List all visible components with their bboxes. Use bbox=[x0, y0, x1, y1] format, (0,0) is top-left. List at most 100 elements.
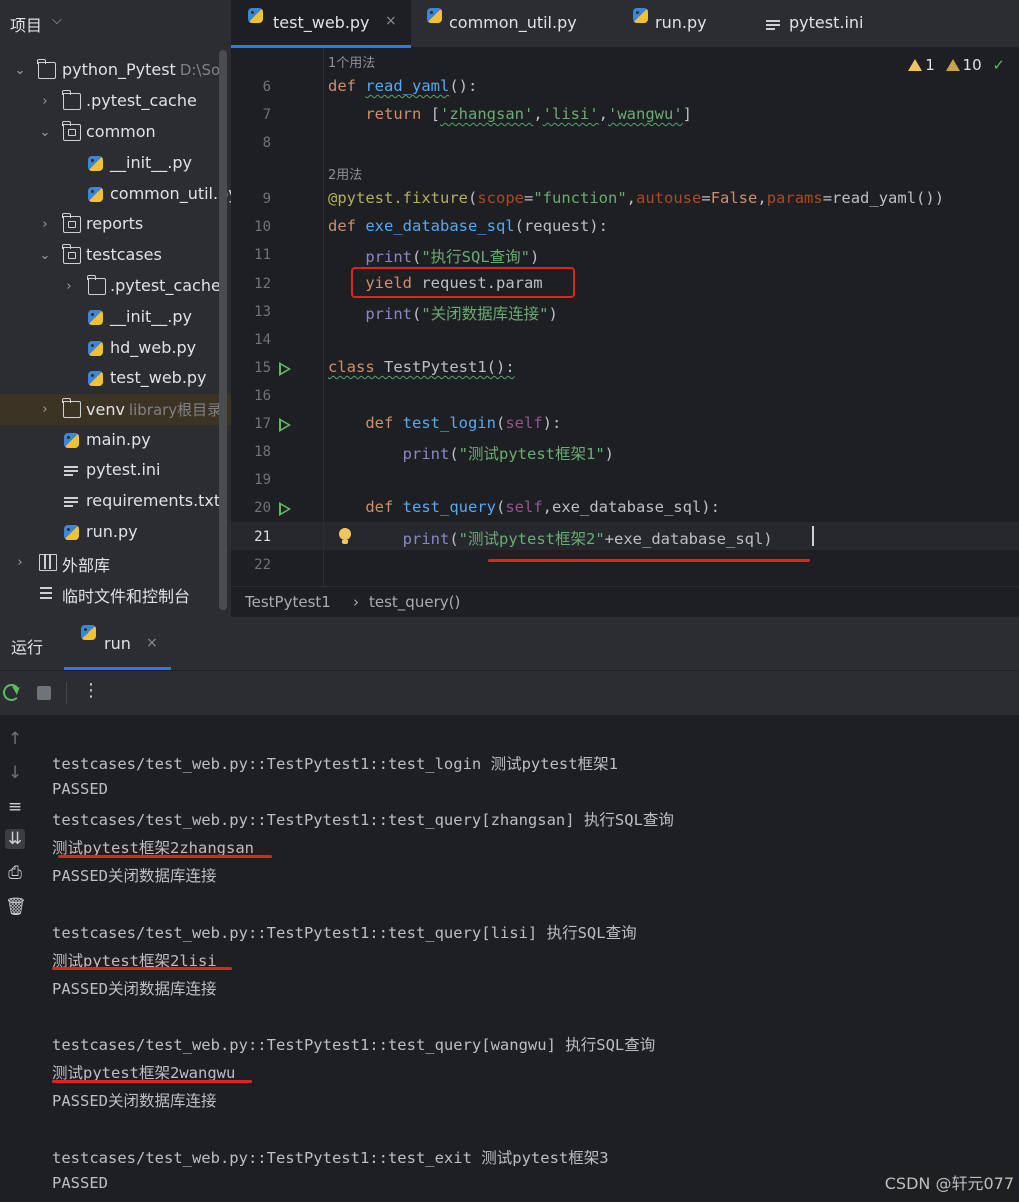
trash-icon[interactable]: 🗑 bbox=[5, 897, 27, 917]
tree-item-root[interactable]: ⌄ python_Pytest D:\So bbox=[0, 55, 231, 86]
library-icon bbox=[39, 554, 57, 571]
tree-item-requirements[interactable]: requirements.txt bbox=[0, 486, 231, 517]
tree-item-label: __init__.py bbox=[110, 307, 193, 326]
python-file-icon bbox=[248, 8, 263, 23]
code-token: test_query bbox=[402, 498, 496, 516]
code-token: "执行SQL查询" bbox=[421, 248, 531, 266]
line-number: 7 bbox=[262, 107, 271, 123]
annotation-underline bbox=[58, 855, 272, 858]
run-test-icon[interactable] bbox=[279, 502, 291, 516]
chevron-down-icon[interactable]: ⌄ bbox=[13, 55, 27, 86]
usage-hint[interactable]: 2用法 bbox=[328, 164, 362, 183]
project-scrollbar[interactable] bbox=[219, 50, 227, 610]
soft-wrap-icon[interactable]: ≡ bbox=[5, 797, 25, 817]
chevron-right-icon[interactable]: › bbox=[13, 547, 27, 578]
usage-hint[interactable]: 1个用法 bbox=[328, 52, 375, 71]
code-token: = bbox=[524, 189, 534, 207]
tree-item-testcases-init[interactable]: __init__.py bbox=[0, 302, 231, 333]
tree-item-hd-web[interactable]: hd_web.py bbox=[0, 333, 231, 364]
tree-item-common[interactable]: ⌄ common bbox=[0, 117, 231, 148]
tab-run[interactable]: run.py bbox=[633, 0, 733, 48]
code-token: +exe_database_sql) bbox=[604, 530, 773, 548]
close-icon[interactable]: × bbox=[146, 635, 158, 651]
tree-item-main[interactable]: main.py bbox=[0, 425, 231, 456]
stop-icon[interactable] bbox=[37, 686, 51, 700]
code-token: ( bbox=[495, 414, 506, 432]
run-test-icon[interactable] bbox=[279, 418, 291, 432]
code-token: ) bbox=[604, 445, 615, 463]
console-line: testcases/test_web.py::TestPytest1::test… bbox=[52, 1149, 609, 1167]
arrow-down-icon[interactable]: ↓ bbox=[5, 763, 25, 783]
tree-item-common-init[interactable]: __init__.py bbox=[0, 148, 231, 179]
line-number: 22 bbox=[254, 557, 271, 573]
folder-icon bbox=[87, 275, 106, 295]
python-file-icon bbox=[427, 8, 442, 23]
project-panel-title: 项目 bbox=[10, 16, 43, 35]
code-token: "测试pytest框架1" bbox=[458, 445, 605, 463]
package-icon bbox=[62, 244, 81, 264]
chevron-right-icon[interactable]: › bbox=[62, 271, 76, 302]
breadcrumb-method[interactable]: test_query() bbox=[369, 593, 460, 611]
tree-item-venv[interactable]: › venv library根目录 bbox=[0, 394, 231, 425]
gutter-separator bbox=[323, 48, 324, 586]
code-token: , bbox=[533, 105, 543, 123]
tree-item-external-libraries[interactable]: › 外部库 bbox=[0, 547, 231, 578]
python-file-icon bbox=[633, 8, 648, 23]
code-token: ): bbox=[542, 414, 562, 432]
scroll-to-end-icon[interactable]: ⇊ bbox=[5, 829, 25, 849]
close-icon[interactable]: × bbox=[385, 13, 397, 29]
tree-item-label: .pytest_cache bbox=[110, 276, 221, 295]
breadcrumb-class[interactable]: TestPytest1 bbox=[245, 593, 331, 611]
run-tab-label[interactable]: run bbox=[104, 634, 131, 653]
line-number: 18 bbox=[254, 444, 271, 460]
run-test-icon[interactable] bbox=[279, 362, 291, 376]
code-token: (): bbox=[449, 77, 478, 95]
tree-item-scratches[interactable]: 临时文件和控制台 bbox=[0, 578, 231, 609]
code-token: "function" bbox=[533, 189, 627, 207]
code-editor[interactable]: 1 10 ✓ 6 7 8 9 10 11 12 13 14 15 16 17 1… bbox=[231, 48, 1019, 586]
code-line-6: def read_yaml(): bbox=[328, 77, 477, 95]
tab-test-web[interactable]: test_web.py × bbox=[231, 0, 411, 48]
rerun-icon[interactable] bbox=[3, 684, 20, 701]
more-icon[interactable]: ⋮ bbox=[82, 680, 100, 701]
code-token: print bbox=[365, 248, 412, 266]
tree-item-label: common bbox=[86, 122, 156, 141]
tree-item-testcases[interactable]: ⌄ testcases bbox=[0, 240, 231, 271]
console-line: testcases/test_web.py::TestPytest1::test… bbox=[52, 755, 618, 773]
tree-item-run[interactable]: run.py bbox=[0, 517, 231, 548]
line-number: 12 bbox=[254, 276, 271, 292]
chevron-right-icon[interactable]: › bbox=[38, 394, 52, 425]
weak-warning-count: 10 bbox=[962, 56, 982, 74]
tree-item-pytest-cache[interactable]: › .pytest_cache bbox=[0, 86, 231, 117]
tree-item-test-web[interactable]: test_web.py bbox=[0, 363, 231, 394]
tree-item-label: test_web.py bbox=[110, 368, 207, 387]
line-number: 9 bbox=[262, 191, 271, 207]
tab-pytest-ini[interactable]: pytest.ini bbox=[765, 0, 885, 48]
code-token: 'wangwu' bbox=[608, 105, 683, 123]
code-token: def bbox=[328, 217, 366, 235]
console-line: PASSED bbox=[52, 780, 108, 798]
chevron-down-icon[interactable]: ⌄ bbox=[38, 117, 52, 148]
chevron-right-icon[interactable]: › bbox=[38, 209, 52, 240]
tree-item-common-util[interactable]: common_util.py bbox=[0, 179, 231, 210]
chevron-down-icon[interactable]: ⌄ bbox=[38, 240, 52, 271]
tree-item-pytest-ini[interactable]: pytest.ini bbox=[0, 455, 231, 486]
code-token: ( bbox=[495, 498, 506, 516]
code-token: 'lisi' bbox=[542, 105, 599, 123]
tab-common-util[interactable]: common_util.py bbox=[427, 0, 597, 48]
tree-item-testcases-pytest-cache[interactable]: › .pytest_cache bbox=[0, 271, 231, 302]
code-token: = bbox=[701, 189, 711, 207]
code-token: def bbox=[328, 77, 366, 95]
run-tool-window: 运行 run × ⋮ ↑ ↓ ≡ ⇊ ⎙ 🗑 testcases/test_we… bbox=[0, 617, 1019, 1202]
project-panel-header[interactable]: 项目 ⌵ bbox=[0, 0, 231, 46]
console-line: testcases/test_web.py::TestPytest1::test… bbox=[52, 1036, 656, 1054]
inspection-widget[interactable]: 1 10 ✓ bbox=[902, 56, 1005, 74]
code-token: (request): bbox=[514, 217, 608, 235]
tree-item-reports[interactable]: › reports bbox=[0, 209, 231, 240]
tree-item-label: hd_web.py bbox=[110, 338, 197, 357]
chevron-right-icon[interactable]: › bbox=[38, 86, 52, 117]
tree-item-hint: library根目录 bbox=[128, 401, 223, 419]
chevron-down-icon[interactable]: ⌵ bbox=[52, 13, 62, 28]
arrow-up-icon[interactable]: ↑ bbox=[5, 729, 25, 749]
print-icon[interactable]: ⎙ bbox=[5, 863, 25, 883]
